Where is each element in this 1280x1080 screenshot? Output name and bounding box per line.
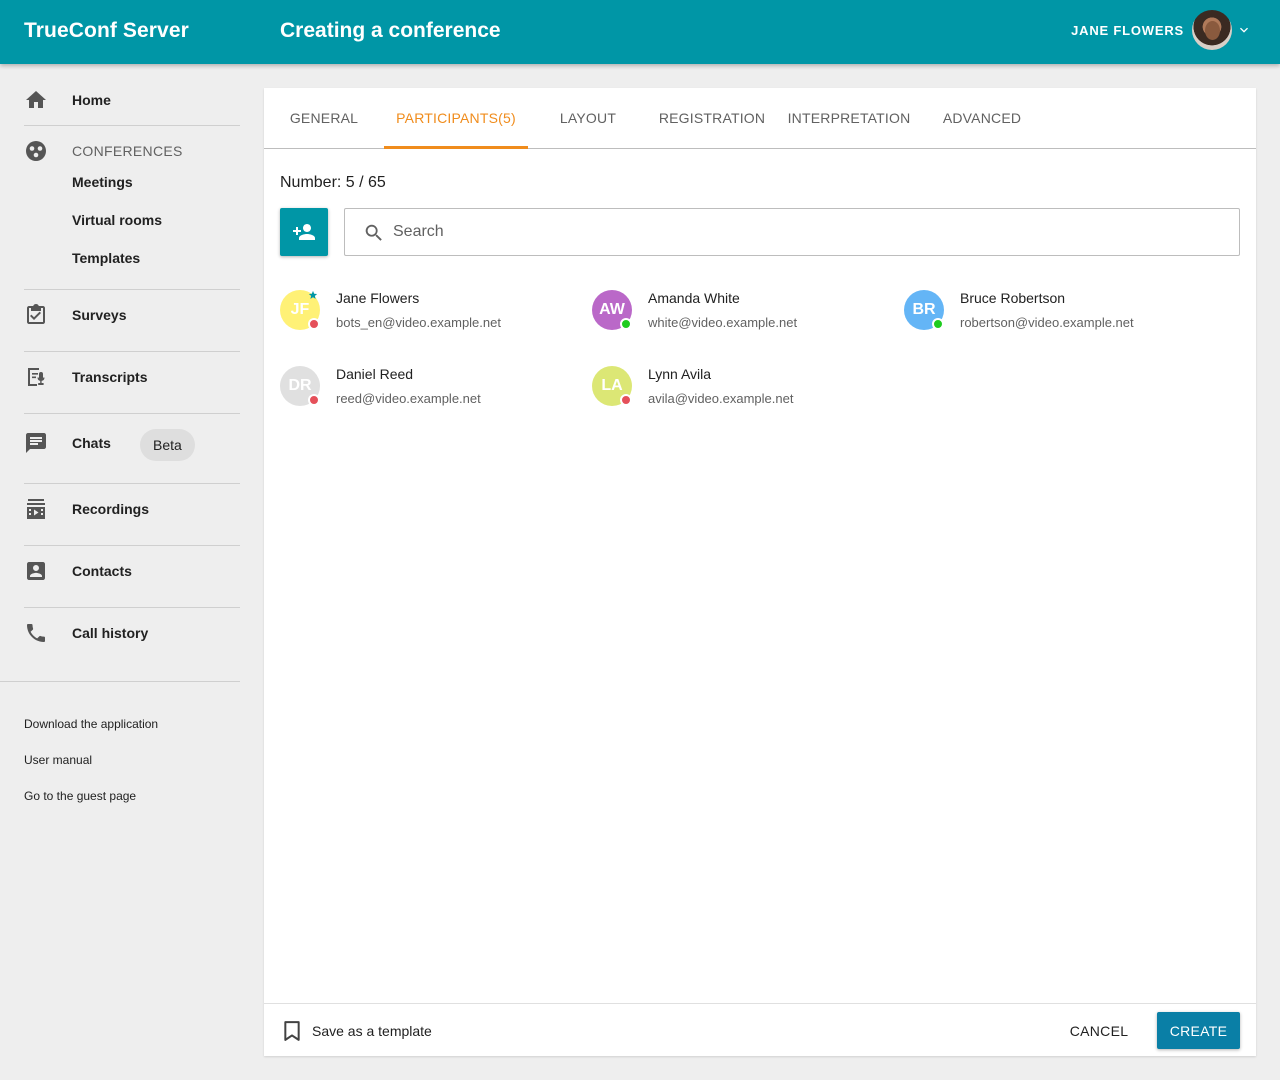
sidebar-item-templates[interactable]: Templates	[72, 250, 140, 266]
sidebar-item-label: Recordings	[72, 501, 150, 517]
participant-item[interactable]: JF Jane Flowers bots_en@video.example.net	[280, 288, 580, 338]
chat-icon	[24, 431, 48, 455]
status-offline-dot	[620, 394, 632, 406]
person-add-icon	[293, 224, 315, 240]
create-button[interactable]: CREATE	[1157, 1012, 1240, 1049]
tab-participants[interactable]: PARTICIPANTS(5)	[384, 88, 528, 149]
sidebar-item-meetings[interactable]: Meetings	[72, 174, 133, 190]
sidebar-item-label: Call history	[72, 625, 149, 641]
participant-item[interactable]: AW Amanda White white@video.example.net	[592, 288, 892, 338]
participant-item[interactable]: LA Lynn Avila avila@video.example.net	[592, 364, 892, 414]
tab-layout[interactable]: LAYOUT	[528, 88, 648, 148]
sidebar-item-label: Home	[72, 92, 111, 108]
contact-icon	[24, 559, 48, 583]
sidebar-item-home[interactable]: Home	[24, 88, 240, 112]
divider	[24, 483, 240, 484]
sidebar-item-transcripts[interactable]: Transcripts	[24, 365, 240, 389]
tab-bar: GENERAL PARTICIPANTS(5) LAYOUT REGISTRAT…	[264, 88, 1256, 149]
status-offline-dot	[308, 394, 320, 406]
sidebar-item-chats[interactable]: Chats Beta	[24, 429, 240, 461]
divider	[24, 125, 240, 126]
sidebar-item-label: Transcripts	[72, 369, 148, 385]
user-manual-link[interactable]: User manual	[24, 753, 92, 767]
sidebar-item-virtual-rooms[interactable]: Virtual rooms	[72, 212, 162, 228]
cancel-button[interactable]: CANCEL	[1064, 1013, 1134, 1049]
guest-page-link[interactable]: Go to the guest page	[24, 789, 136, 803]
app-title[interactable]: TrueConf Server	[24, 19, 189, 43]
conference-editor-card: GENERAL PARTICIPANTS(5) LAYOUT REGISTRAT…	[264, 88, 1256, 1056]
sidebar: Home CONFERENCES Meetings Virtual rooms …	[0, 64, 240, 1080]
owner-star-icon	[308, 290, 318, 299]
participant-email: avila@video.example.net	[648, 391, 794, 406]
page-title: Creating a conference	[280, 19, 501, 42]
divider	[24, 413, 240, 414]
download-app-link[interactable]: Download the application	[24, 717, 158, 731]
participant-email: robertson@video.example.net	[960, 315, 1134, 330]
tab-general[interactable]: GENERAL	[264, 88, 384, 148]
section-label-conferences: CONFERENCES	[72, 143, 183, 159]
sidebar-item-label: Contacts	[72, 563, 132, 579]
top-app-bar: TrueConf Server Creating a conference JA…	[0, 0, 1280, 64]
participant-name: Jane Flowers	[336, 290, 420, 306]
participant-email: bots_en@video.example.net	[336, 315, 501, 330]
divider	[24, 351, 240, 352]
search-input[interactable]	[393, 219, 1213, 245]
divider	[24, 607, 240, 608]
home-icon	[24, 88, 48, 112]
save-template-label: Save as a template	[312, 1023, 432, 1039]
divider	[0, 681, 240, 682]
card-footer: Save as a template CANCEL CREATE	[264, 1003, 1256, 1056]
status-online-dot	[932, 318, 944, 330]
transcript-icon	[24, 365, 48, 389]
sidebar-item-call-history[interactable]: Call history	[24, 621, 240, 645]
participant-search	[344, 208, 1240, 256]
user-name[interactable]: JANE FLOWERS	[1071, 23, 1184, 38]
divider	[24, 545, 240, 546]
participant-email: reed@video.example.net	[336, 391, 481, 406]
sidebar-item-label: Surveys	[72, 307, 127, 323]
sidebar-section-conferences: CONFERENCES	[24, 139, 240, 163]
participant-name: Bruce Robertson	[960, 290, 1066, 306]
tab-advanced[interactable]: ADVANCED	[922, 88, 1042, 148]
sidebar-item-recordings[interactable]: Recordings	[24, 497, 240, 521]
conferences-icon	[24, 139, 48, 163]
video-library-icon	[24, 497, 48, 521]
sidebar-item-label: Chats	[72, 435, 111, 451]
bookmark-icon	[284, 1021, 300, 1041]
participant-item[interactable]: DR Daniel Reed reed@video.example.net	[280, 364, 580, 414]
phone-icon	[24, 621, 48, 645]
participant-name: Lynn Avila	[648, 366, 712, 382]
participant-email: white@video.example.net	[648, 315, 798, 330]
save-template-checkbox[interactable]: Save as a template	[284, 1021, 432, 1041]
add-participant-button[interactable]	[280, 208, 328, 256]
beta-badge: Beta	[140, 429, 195, 461]
status-online-dot	[620, 318, 632, 330]
divider	[24, 289, 240, 290]
participant-name: Amanda White	[648, 290, 740, 306]
tab-interpretation[interactable]: INTERPRETATION	[776, 88, 922, 148]
participant-name: Daniel Reed	[336, 366, 414, 382]
user-avatar[interactable]	[1192, 10, 1232, 50]
sidebar-item-surveys[interactable]: Surveys	[24, 303, 240, 327]
participant-count: Number: 5 / 65	[280, 174, 386, 191]
chevron-down-icon[interactable]	[1236, 22, 1252, 38]
search-icon	[365, 224, 382, 241]
sidebar-item-contacts[interactable]: Contacts	[24, 559, 240, 583]
clipboard-check-icon	[24, 303, 48, 327]
status-offline-dot	[308, 318, 320, 330]
tab-registration[interactable]: REGISTRATION	[648, 88, 776, 148]
participant-item[interactable]: BR Bruce Robertson robertson@video.example…	[904, 288, 1204, 338]
